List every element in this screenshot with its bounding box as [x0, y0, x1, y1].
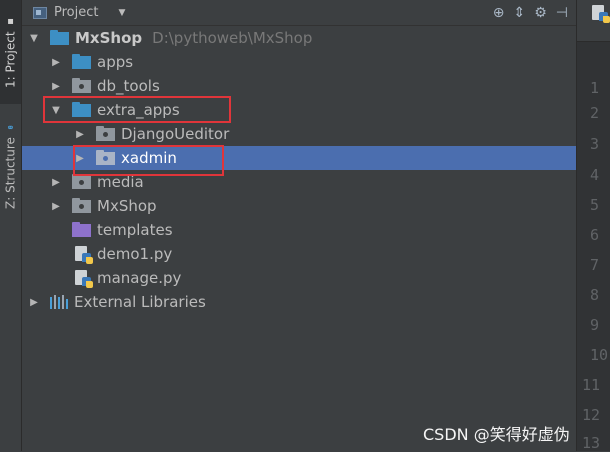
line-number: 10 — [590, 346, 609, 364]
python-file-icon — [592, 5, 610, 23]
tree-item-label: templates — [97, 221, 173, 239]
tree-item-label: xadmin — [121, 149, 177, 167]
gear-icon[interactable]: ⚙ — [534, 5, 547, 21]
line-number: 8 — [590, 286, 600, 304]
structure-icon: ⚭ — [5, 122, 16, 134]
folder-icon — [96, 125, 115, 141]
tree-item-templates[interactable]: templates — [22, 218, 576, 242]
folder-icon — [50, 29, 69, 45]
tree-item-extra-apps[interactable]: ▼ extra_apps — [22, 98, 576, 122]
hide-icon[interactable]: ⊣ — [556, 5, 568, 21]
watermark-text: CSDN @笑得好虚伪 — [423, 425, 570, 444]
folder-icon — [72, 221, 91, 237]
tree-item-label: External Libraries — [74, 293, 206, 311]
tree-item-label: extra_apps — [97, 101, 180, 119]
line-number: 13 — [582, 434, 601, 452]
tree-item-label: db_tools — [97, 77, 160, 95]
project-icon — [33, 6, 47, 19]
tree-item-media[interactable]: ▶ media — [22, 170, 576, 194]
tree-item-label: demo1.py — [97, 245, 173, 263]
tree-item-label: DjangoUeditor — [121, 125, 230, 143]
folder-icon — [72, 77, 91, 93]
structure-tab-label: Z: Structure — [3, 137, 18, 210]
project-tool-tab[interactable]: 1: Project ▪ — [0, 0, 21, 104]
line-number: 6 — [590, 226, 600, 244]
tree-root[interactable]: ▼ MxShop D:\pythoweb\MxShop — [22, 26, 576, 50]
folder-icon — [72, 53, 91, 69]
line-number: 5 — [590, 196, 600, 214]
tree-item-mxshop[interactable]: ▶ MxShop — [22, 194, 576, 218]
line-number: 2 — [590, 104, 600, 122]
tree-item-djangoueditor[interactable]: ▶ DjangoUeditor — [22, 122, 576, 146]
project-panel-header: Project ▼ ⊕ ⇕ ⚙ ⊣ — [22, 0, 576, 26]
collapsed-arrow-icon[interactable]: ▶ — [50, 57, 62, 68]
line-number: 4 — [590, 166, 600, 184]
line-number: 3 — [590, 135, 600, 153]
tree-item-apps[interactable]: ▶ apps — [22, 50, 576, 74]
project-tab-label: 1: Project — [3, 31, 18, 88]
line-number: 7 — [590, 256, 600, 274]
tree-item-label: apps — [97, 53, 134, 71]
line-number: 9 — [590, 316, 600, 334]
panel-title: Project — [54, 5, 99, 20]
collapsed-arrow-icon[interactable]: ▶ — [74, 129, 86, 140]
folder-icon — [72, 197, 91, 213]
editor-tab-strip[interactable] — [577, 0, 610, 42]
folder-icon — [96, 149, 115, 165]
collapsed-arrow-icon[interactable]: ▶ — [50, 177, 62, 188]
folder-icon — [72, 173, 91, 189]
project-tree: ▼ MxShop D:\pythoweb\MxShop ▶ apps ▶ db_… — [22, 26, 576, 314]
line-number: 1 — [590, 79, 600, 97]
line-number: 11 — [582, 376, 601, 394]
tree-item-external-libraries[interactable]: ▶ External Libraries — [22, 290, 576, 314]
folder-icon — [72, 101, 91, 117]
python-file-icon — [75, 246, 93, 264]
tree-item-label: manage.py — [97, 269, 182, 287]
root-path: D:\pythoweb\MxShop — [152, 29, 313, 47]
tree-item-demo1-py[interactable]: demo1.py — [22, 242, 576, 266]
expanded-arrow-icon[interactable]: ▼ — [50, 105, 62, 116]
header-toolbar: ⊕ ⇕ ⚙ ⊣ — [493, 5, 568, 21]
chevron-down-icon[interactable]: ▼ — [118, 8, 125, 18]
collapse-icon[interactable]: ⇕ — [514, 5, 526, 21]
structure-tool-tab[interactable]: Z: Structure ⚭ — [0, 118, 21, 214]
tree-item-label: media — [97, 173, 144, 191]
python-file-icon — [75, 270, 93, 288]
tree-item-label: MxShop — [97, 197, 157, 215]
locate-icon[interactable]: ⊕ — [493, 5, 505, 21]
tree-item-xadmin[interactable]: ▶ xadmin — [22, 146, 576, 170]
tree-item-db-tools[interactable]: ▶ db_tools — [22, 74, 576, 98]
collapsed-arrow-icon[interactable]: ▶ — [28, 297, 40, 308]
folder-icon: ▪ — [5, 16, 16, 28]
collapsed-arrow-icon[interactable]: ▶ — [50, 81, 62, 92]
collapsed-arrow-icon[interactable]: ▶ — [74, 153, 86, 164]
tree-item-manage-py[interactable]: manage.py — [22, 266, 576, 290]
tool-window-strip: 1: Project ▪ Z: Structure ⚭ — [0, 0, 22, 451]
line-number: 12 — [582, 406, 601, 424]
expanded-arrow-icon[interactable]: ▼ — [28, 33, 40, 44]
collapsed-arrow-icon[interactable]: ▶ — [50, 201, 62, 212]
root-label: MxShop — [75, 29, 143, 47]
editor-gutter: 1 2 3 4 5 6 7 8 9 10 11 12 13 — [577, 0, 610, 452]
library-icon — [50, 295, 68, 309]
